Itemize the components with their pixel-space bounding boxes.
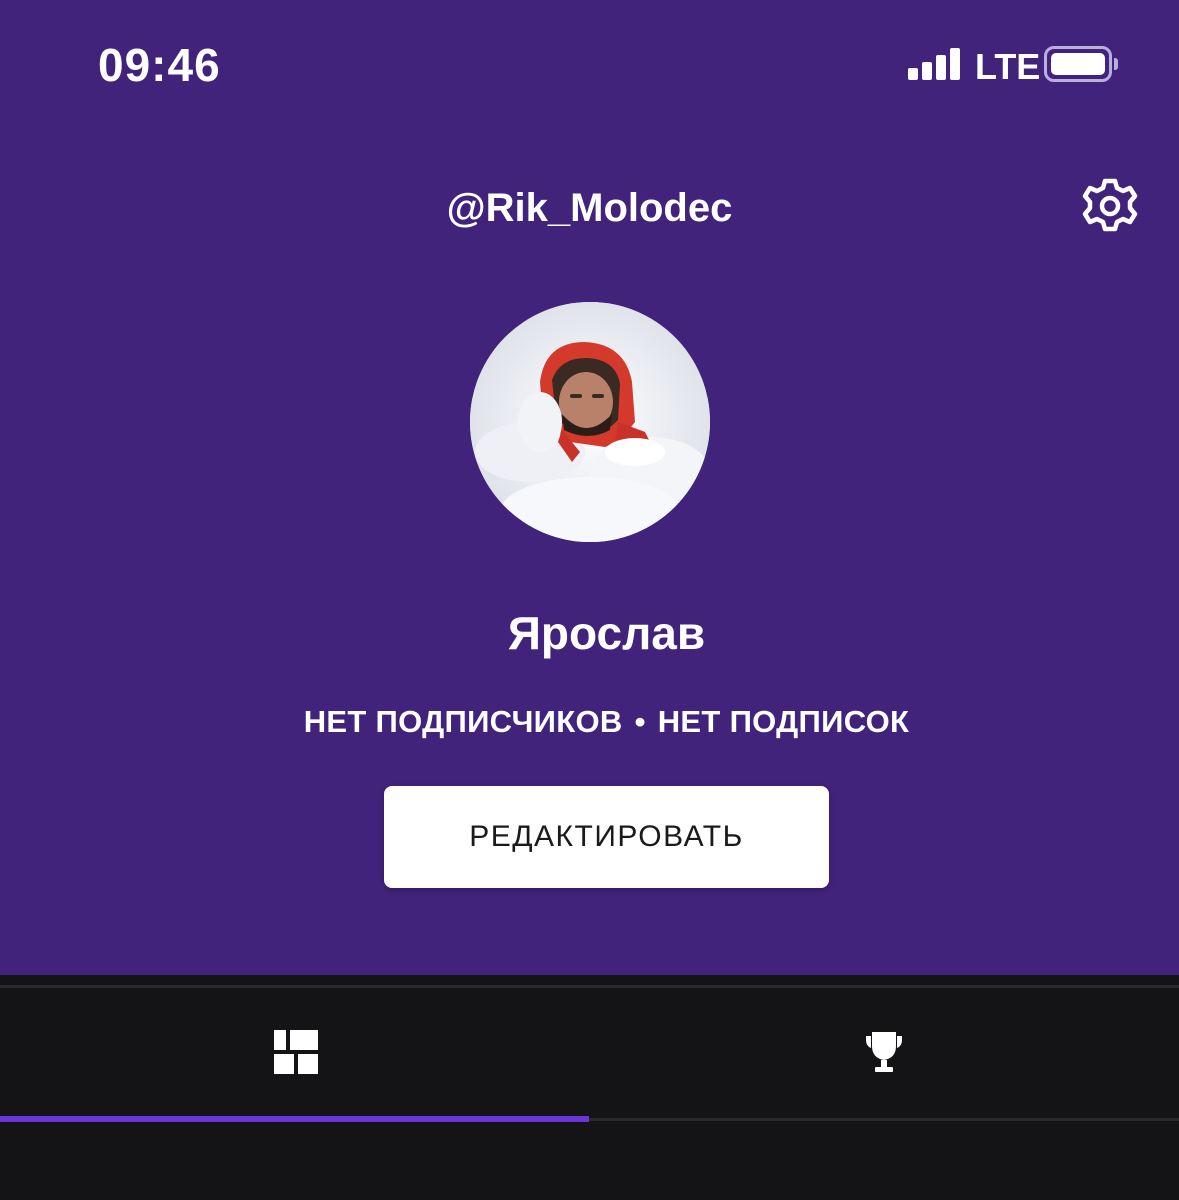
- profile-header-area: 09:46 LTE @Rik_Molodec Ярослав НЕТ ПОДПИ…: [0, 0, 1179, 975]
- active-tab-indicator: [0, 1116, 589, 1122]
- status-time: 09:46: [98, 39, 221, 91]
- tab-posts-grid[interactable]: [0, 990, 589, 1118]
- profile-username: @Rik_Molodec: [446, 186, 733, 230]
- battery-cap: [1114, 58, 1118, 70]
- tab-bar-divider: [0, 985, 1179, 988]
- followers-count[interactable]: НЕТ ПОДПИСЧИКОВ: [304, 704, 623, 739]
- follow-stats: НЕТ ПОДПИСЧИКОВ • НЕТ ПОДПИСОК: [0, 704, 1179, 740]
- battery-full-icon: [1044, 46, 1112, 82]
- gear-icon[interactable]: [1080, 176, 1140, 236]
- trophy-icon: [862, 1030, 906, 1074]
- network-type: LTE: [975, 46, 1041, 87]
- separator-dot: •: [634, 704, 646, 739]
- avatar[interactable]: [470, 302, 710, 542]
- tab-achievements[interactable]: [590, 990, 1179, 1118]
- signal-strength-icon: [908, 48, 962, 80]
- display-name: Ярослав: [507, 607, 706, 659]
- following-count[interactable]: НЕТ ПОДПИСОК: [658, 704, 910, 739]
- grid-icon: [274, 1030, 318, 1074]
- edit-profile-button[interactable]: РЕДАКТИРОВАТЬ: [384, 786, 829, 888]
